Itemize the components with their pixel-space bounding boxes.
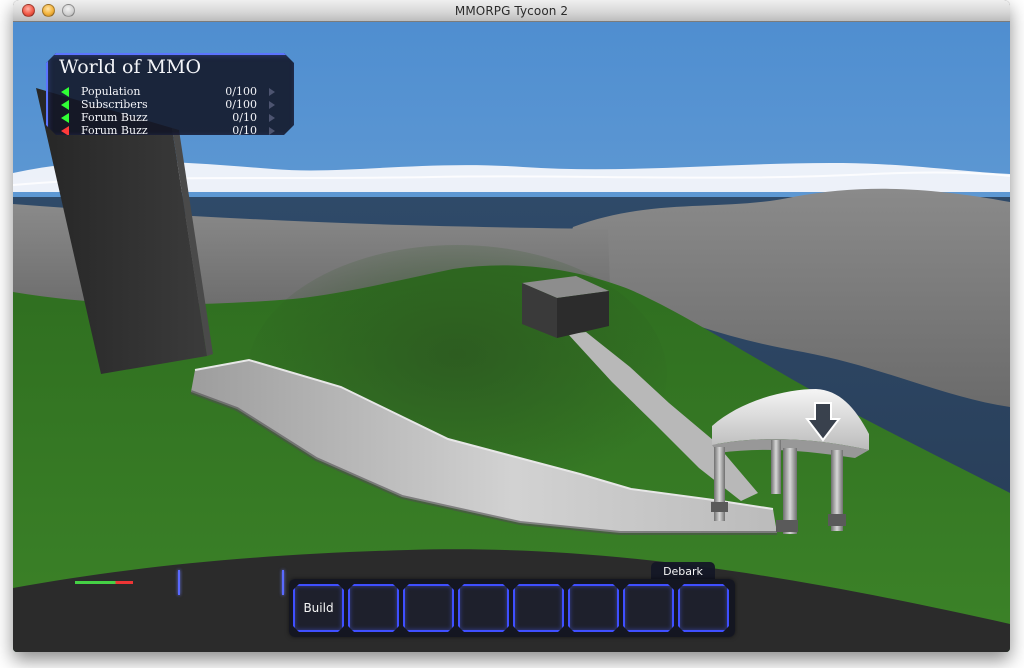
- stat-end-arrow-icon: [269, 127, 275, 135]
- gazebo-pillar-back: [771, 440, 781, 494]
- pillar-base-right: [828, 514, 846, 526]
- forum-buzz-value: 0/10: [232, 111, 257, 124]
- game-window: MMORPG Tycoon 2 World of MMO Population …: [13, 0, 1010, 652]
- action-bar: Build: [289, 579, 735, 637]
- population-row: Population 0/100: [61, 86, 283, 98]
- stat-end-arrow-icon: [269, 114, 275, 122]
- action-slot-4[interactable]: [458, 584, 509, 632]
- population-label: Population: [81, 85, 141, 98]
- stats-panel-title: World of MMO: [59, 56, 202, 78]
- pillar-base-left: [711, 502, 728, 512]
- red-left-arrow-icon: [61, 126, 69, 135]
- window-title: MMORPG Tycoon 2: [454, 4, 569, 18]
- green-left-arrow-icon: [61, 100, 69, 110]
- health-meter: [75, 581, 133, 584]
- build-slot-button[interactable]: Build: [293, 584, 344, 632]
- stat-end-arrow-icon: [269, 101, 275, 109]
- window-titlebar: MMORPG Tycoon 2: [13, 0, 1010, 22]
- hud-divider-right: [282, 570, 284, 595]
- pillar-base-front: [776, 520, 798, 532]
- hud-divider-left: [178, 570, 180, 595]
- action-slot-8[interactable]: [678, 584, 729, 632]
- population-value: 0/100: [225, 85, 257, 98]
- action-slot-6[interactable]: [568, 584, 619, 632]
- game-viewport[interactable]: World of MMO Population 0/100 Subscriber…: [13, 22, 1010, 652]
- forum-buzz-label: Forum Buzz: [81, 111, 148, 124]
- subscribers-value: 0/100: [225, 98, 257, 111]
- stat-end-arrow-icon: [269, 88, 275, 96]
- green-left-arrow-icon: [61, 87, 69, 97]
- forum-buzz-row-1: Forum Buzz 0/10: [61, 112, 283, 124]
- action-slot-5[interactable]: [513, 584, 564, 632]
- green-left-arrow-icon: [61, 113, 69, 123]
- action-slot-3[interactable]: [403, 584, 454, 632]
- action-slot-7[interactable]: [623, 584, 674, 632]
- subscribers-label: Subscribers: [81, 98, 148, 111]
- action-slot-2[interactable]: [348, 584, 399, 632]
- subscribers-row: Subscribers 0/100: [61, 99, 283, 111]
- world-stats-panel: World of MMO Population 0/100 Subscriber…: [46, 53, 294, 135]
